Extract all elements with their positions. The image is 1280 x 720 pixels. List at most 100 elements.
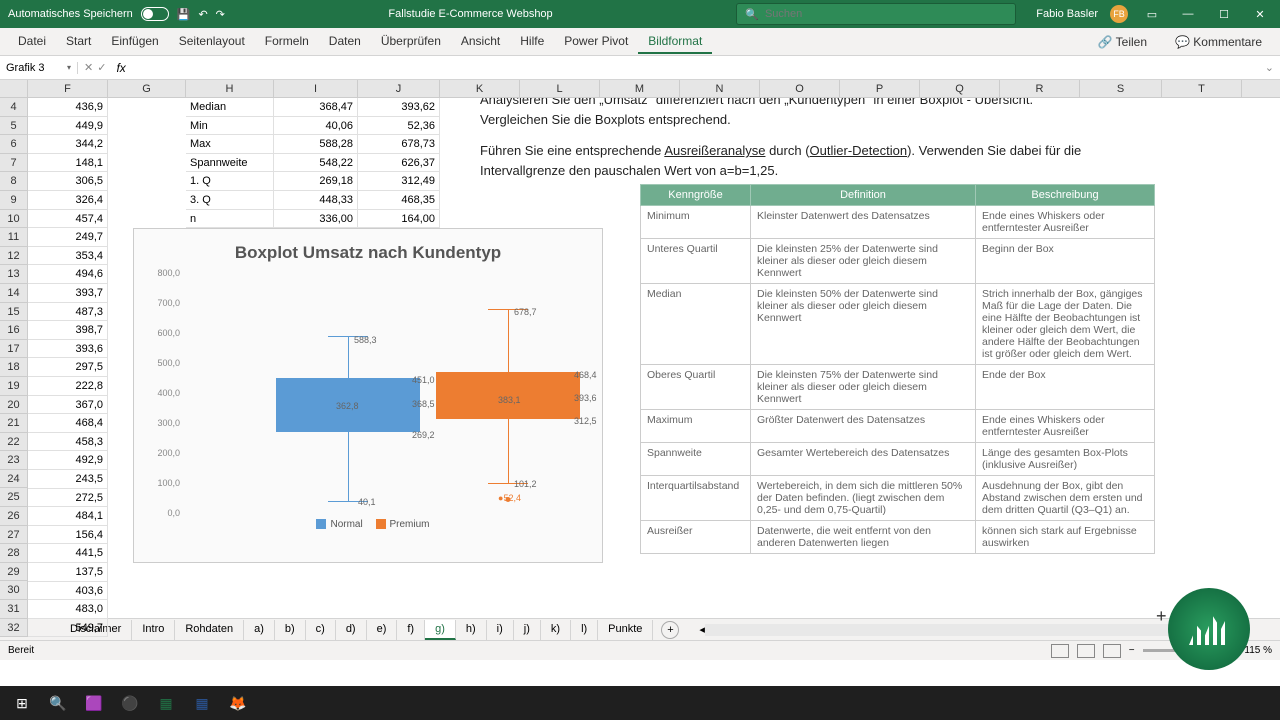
col-header[interactable]: J xyxy=(358,80,440,97)
tab-daten[interactable]: Daten xyxy=(319,30,371,54)
add-sheet-button[interactable]: + xyxy=(661,621,679,639)
undo-icon[interactable]: ↶ xyxy=(198,8,207,21)
tab-formeln[interactable]: Formeln xyxy=(255,30,319,54)
cell[interactable]: n xyxy=(186,210,274,229)
user-avatar[interactable]: FB xyxy=(1110,5,1128,23)
minimize-icon[interactable]: — xyxy=(1176,2,1200,26)
cell[interactable]: 626,37 xyxy=(358,154,440,173)
cell[interactable]: 403,6 xyxy=(28,582,108,601)
zoom-out-icon[interactable]: − xyxy=(1129,645,1135,656)
cell[interactable]: 137,5 xyxy=(28,563,108,582)
fx-label[interactable]: fx xyxy=(112,61,129,75)
cell[interactable]: 448,33 xyxy=(274,191,358,210)
row-header[interactable]: 17 xyxy=(0,340,27,359)
sheet-tab[interactable]: b) xyxy=(275,620,306,640)
row-header[interactable]: 8 xyxy=(0,172,27,191)
sheet-tab[interactable]: h) xyxy=(456,620,487,640)
cell[interactable]: 494,6 xyxy=(28,265,108,284)
tab-datei[interactable]: Datei xyxy=(8,30,56,54)
row-header[interactable]: 29 xyxy=(0,563,27,582)
taskbar-search-icon[interactable]: 🔍 xyxy=(42,689,74,717)
cell[interactable]: 3. Q xyxy=(186,191,274,210)
cell[interactable]: Min xyxy=(186,117,274,136)
horizontal-scrollbar[interactable]: ◂▸ xyxy=(699,623,1220,636)
cell[interactable]: 458,3 xyxy=(28,433,108,452)
cell[interactable]: 297,5 xyxy=(28,358,108,377)
cell[interactable]: 353,4 xyxy=(28,247,108,266)
tab-überprüfen[interactable]: Überprüfen xyxy=(371,30,451,54)
cell[interactable]: 468,4 xyxy=(28,414,108,433)
sheet-tab[interactable]: l) xyxy=(571,620,598,640)
cell[interactable]: 336,00 xyxy=(274,210,358,229)
cell[interactable]: 156,4 xyxy=(28,526,108,545)
worksheet-grid[interactable]: FGHIJKLMNOPQRST 456789101112131415161718… xyxy=(0,80,1280,618)
cell[interactable]: 483,0 xyxy=(28,600,108,619)
cell[interactable]: 398,7 xyxy=(28,321,108,340)
row-header[interactable]: 25 xyxy=(0,488,27,507)
cell[interactable]: 306,5 xyxy=(28,172,108,191)
sheet-tab[interactable]: i) xyxy=(487,620,514,640)
boxplot-chart[interactable]: Boxplot Umsatz nach Kundentyp xyxy=(133,228,603,563)
cell[interactable]: 484,1 xyxy=(28,507,108,526)
sheet-tab[interactable]: c) xyxy=(306,620,336,640)
cell[interactable]: 367,0 xyxy=(28,396,108,415)
row-header[interactable]: 9 xyxy=(0,191,27,210)
cell[interactable]: 243,5 xyxy=(28,470,108,489)
tab-power pivot[interactable]: Power Pivot xyxy=(554,30,638,54)
taskbar-word-icon[interactable]: ▦ xyxy=(186,689,218,717)
col-header[interactable]: R xyxy=(1000,80,1080,97)
col-header[interactable]: I xyxy=(274,80,358,97)
col-header[interactable]: N xyxy=(680,80,760,97)
tab-hilfe[interactable]: Hilfe xyxy=(510,30,554,54)
view-layout-icon[interactable] xyxy=(1077,644,1095,658)
cancel-formula-icon[interactable]: ✕ xyxy=(84,61,93,74)
cell[interactable]: 487,3 xyxy=(28,303,108,322)
row-header[interactable]: 27 xyxy=(0,526,27,545)
col-header[interactable]: O xyxy=(760,80,840,97)
cell[interactable]: 40,06 xyxy=(274,117,358,136)
col-header[interactable]: S xyxy=(1080,80,1162,97)
row-header[interactable]: 18 xyxy=(0,358,27,377)
cell[interactable]: 549,7 xyxy=(28,619,108,638)
row-header[interactable]: 16 xyxy=(0,321,27,340)
cell[interactable]: 393,7 xyxy=(28,284,108,303)
view-pagebreak-icon[interactable] xyxy=(1103,644,1121,658)
row-header[interactable]: 23 xyxy=(0,451,27,470)
cell[interactable]: 222,8 xyxy=(28,377,108,396)
taskbar-obs-icon[interactable]: ⚫ xyxy=(114,689,146,717)
cell[interactable]: Spannweite xyxy=(186,154,274,173)
row-header[interactable]: 21 xyxy=(0,414,27,433)
cell[interactable]: 678,73 xyxy=(358,135,440,154)
cell[interactable]: 441,5 xyxy=(28,544,108,563)
ribbon-options-icon[interactable]: ▭ xyxy=(1140,2,1164,26)
taskbar-firefox-icon[interactable]: 🦊 xyxy=(222,689,254,717)
col-header[interactable]: P xyxy=(840,80,920,97)
cell[interactable]: 312,49 xyxy=(358,172,440,191)
sheet-tab[interactable]: k) xyxy=(541,620,571,640)
row-header[interactable]: 28 xyxy=(0,544,27,563)
sheet-tab[interactable]: Punkte xyxy=(598,620,653,640)
cell[interactable]: Median xyxy=(186,98,274,117)
row-header[interactable]: 32 xyxy=(0,619,27,638)
save-icon[interactable]: 💾 xyxy=(177,8,191,21)
sheet-tab[interactable]: g) xyxy=(425,620,456,640)
cell[interactable]: 326,4 xyxy=(28,191,108,210)
row-header[interactable]: 31 xyxy=(0,600,27,619)
maximize-icon[interactable]: ☐ xyxy=(1212,2,1236,26)
row-header[interactable]: 6 xyxy=(0,135,27,154)
cell[interactable]: 368,47 xyxy=(274,98,358,117)
cell[interactable]: 449,9 xyxy=(28,117,108,136)
col-header[interactable]: M xyxy=(600,80,680,97)
row-header[interactable]: 15 xyxy=(0,303,27,322)
cell[interactable]: 249,7 xyxy=(28,228,108,247)
row-header[interactable]: 30 xyxy=(0,581,27,600)
row-header[interactable]: 7 xyxy=(0,154,27,173)
tab-einfügen[interactable]: Einfügen xyxy=(101,30,168,54)
select-all-corner[interactable] xyxy=(0,80,28,97)
row-header[interactable]: 26 xyxy=(0,507,27,526)
share-button[interactable]: 🔗 Teilen xyxy=(1088,31,1157,53)
row-header[interactable]: 5 xyxy=(0,117,27,136)
expand-formula-icon[interactable]: ⌄ xyxy=(1259,61,1280,74)
row-header[interactable]: 22 xyxy=(0,433,27,452)
cell[interactable]: 164,00 xyxy=(358,210,440,229)
